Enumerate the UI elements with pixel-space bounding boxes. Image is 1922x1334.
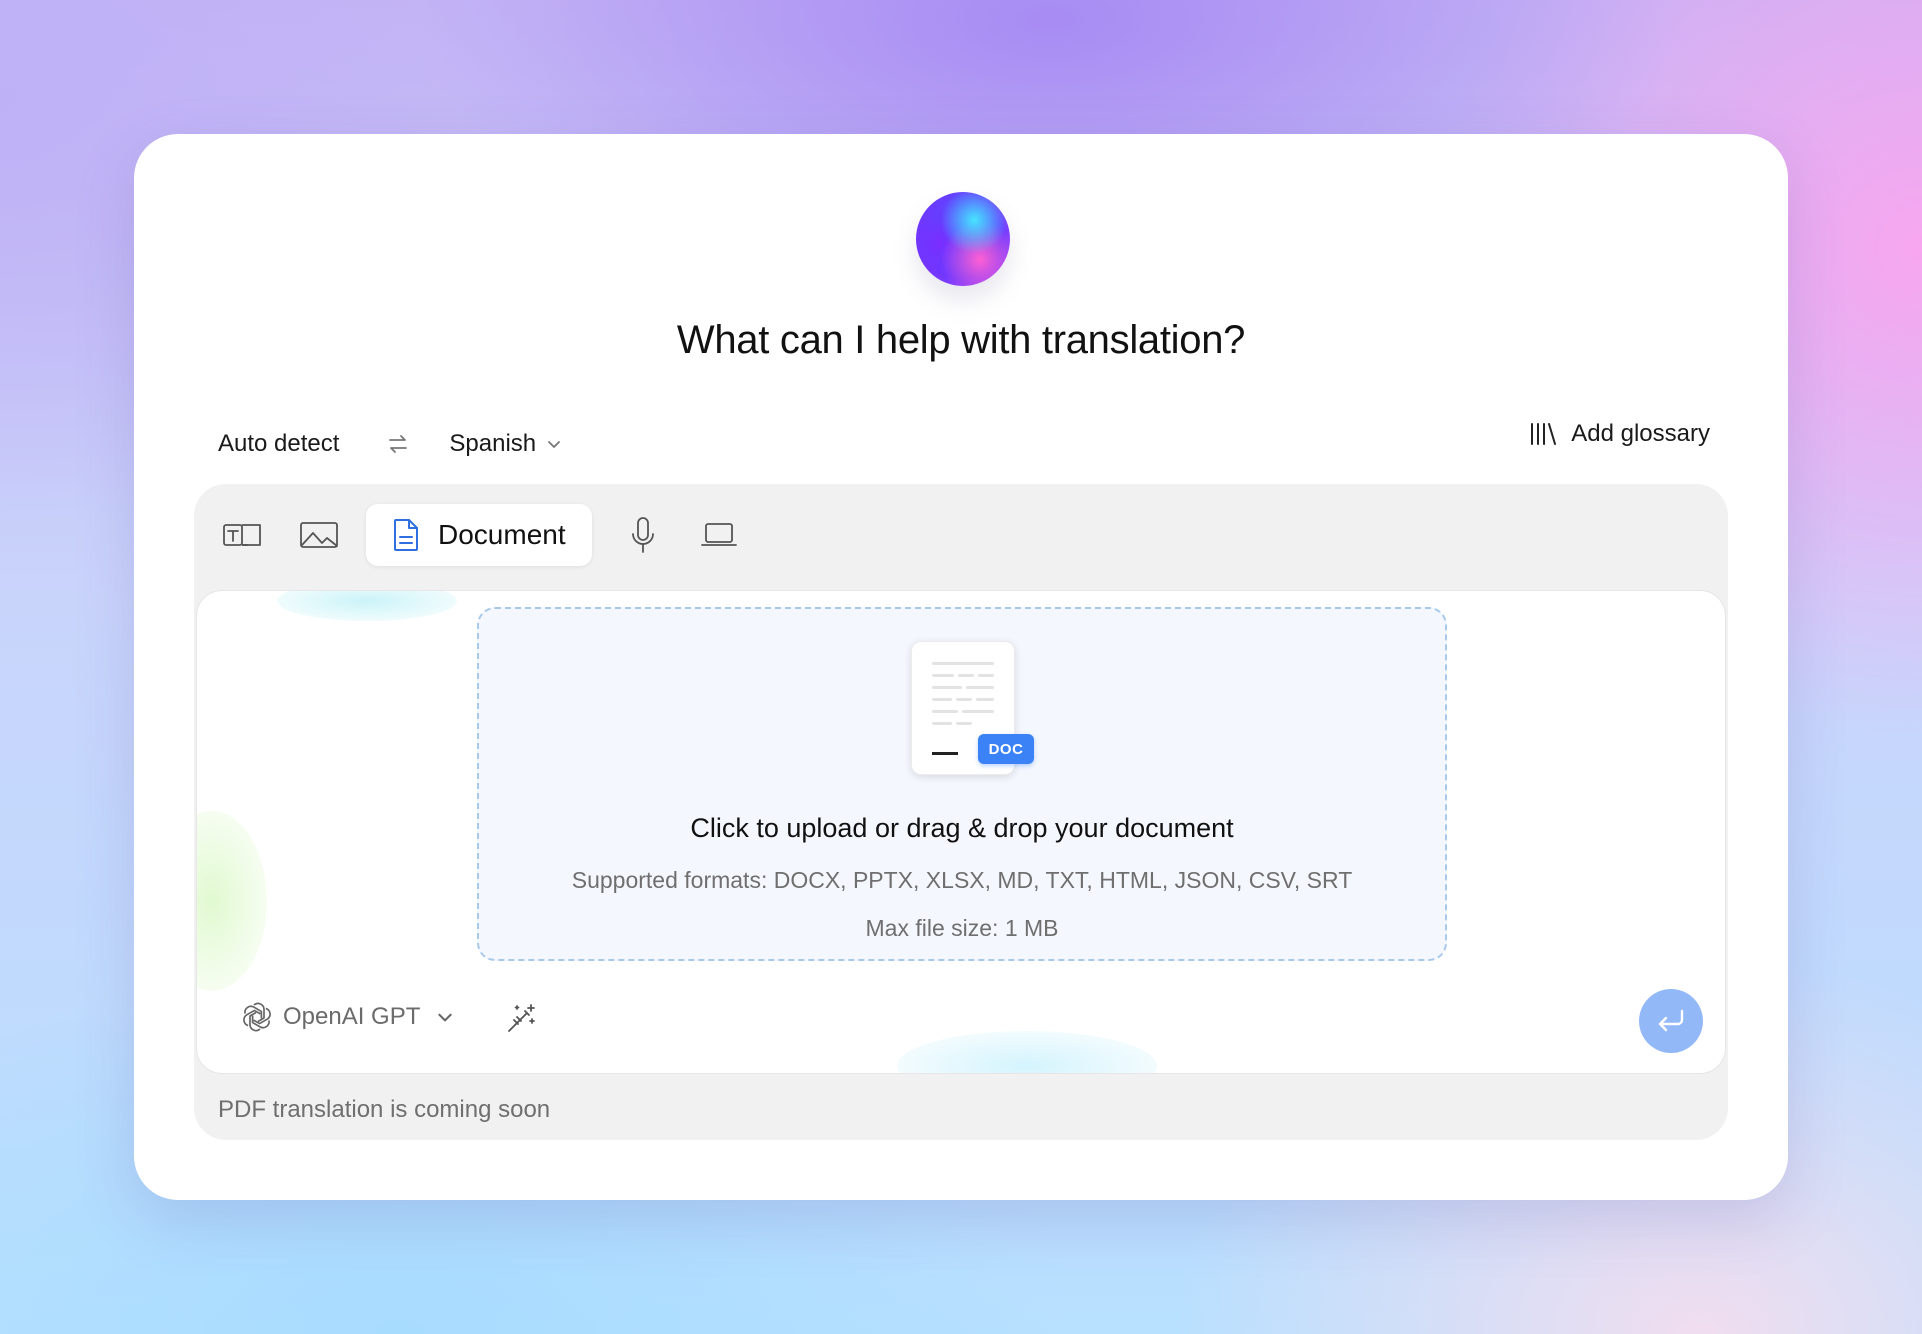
upload-instruction: Click to upload or drag & drop your docu… (690, 813, 1234, 843)
source-language-label: Auto detect (218, 430, 340, 457)
tab-image[interactable] (290, 506, 348, 564)
decorative-glow (277, 591, 457, 621)
document-line (932, 752, 958, 755)
swap-languages-button[interactable] (387, 433, 409, 455)
max-file-size-text: Max file size: 1 MB (865, 915, 1059, 941)
input-mode-tabs: Document (214, 504, 766, 566)
magic-wand-button[interactable] (503, 1001, 539, 1037)
chevron-down-icon (548, 441, 561, 448)
tab-text[interactable] (214, 506, 272, 564)
add-glossary-label: Add glossary (1571, 420, 1710, 447)
enter-arrow-icon (1658, 1009, 1684, 1032)
translator-panel: Document DOC Click to upload or drag & d… (194, 484, 1728, 1140)
model-label: OpenAI GPT (283, 1003, 421, 1030)
openai-icon (243, 1002, 271, 1032)
target-language-label: Spanish (449, 430, 537, 457)
magic-wand-icon (508, 1004, 535, 1032)
send-button[interactable] (1639, 989, 1703, 1053)
laptop-icon (700, 523, 737, 546)
swap-arrows-icon (389, 435, 408, 453)
document-icon (394, 519, 418, 551)
tab-website[interactable] (690, 506, 748, 564)
add-glossary-button[interactable]: Add glossary (1529, 420, 1710, 448)
library-icon (1531, 423, 1557, 445)
image-icon (300, 522, 338, 548)
input-area: DOC Click to upload or drag & drop your … (196, 590, 1726, 1074)
tab-document[interactable]: Document (366, 504, 592, 566)
text-translate-icon (223, 524, 261, 546)
document-file-icon: DOC (911, 641, 1034, 775)
assistant-orb-logo (916, 192, 1010, 286)
tab-document-label: Document (438, 519, 566, 550)
model-select[interactable]: OpenAI GPT (241, 1001, 454, 1033)
target-language-select[interactable]: Spanish (449, 430, 562, 458)
source-language-select[interactable]: Auto detect (218, 430, 339, 458)
decorative-glow (197, 811, 267, 991)
microphone-icon (631, 517, 654, 553)
document-upload-dropzone[interactable]: DOC Click to upload or drag & drop your … (477, 607, 1447, 961)
decorative-glow (897, 1031, 1157, 1073)
doc-format-badge: DOC (978, 734, 1034, 764)
supported-formats-text: Supported formats: DOCX, PPTX, XLSX, MD,… (571, 867, 1353, 893)
language-selector-row: Auto detect Spanish (218, 424, 562, 464)
tab-voice[interactable] (614, 506, 672, 564)
pdf-coming-soon-note: PDF translation is coming soon (218, 1096, 551, 1123)
translation-card: What can I help with translation? Auto d… (134, 134, 1788, 1200)
page-title: What can I help with translation? (676, 318, 1246, 362)
chevron-down-icon (438, 1013, 453, 1022)
